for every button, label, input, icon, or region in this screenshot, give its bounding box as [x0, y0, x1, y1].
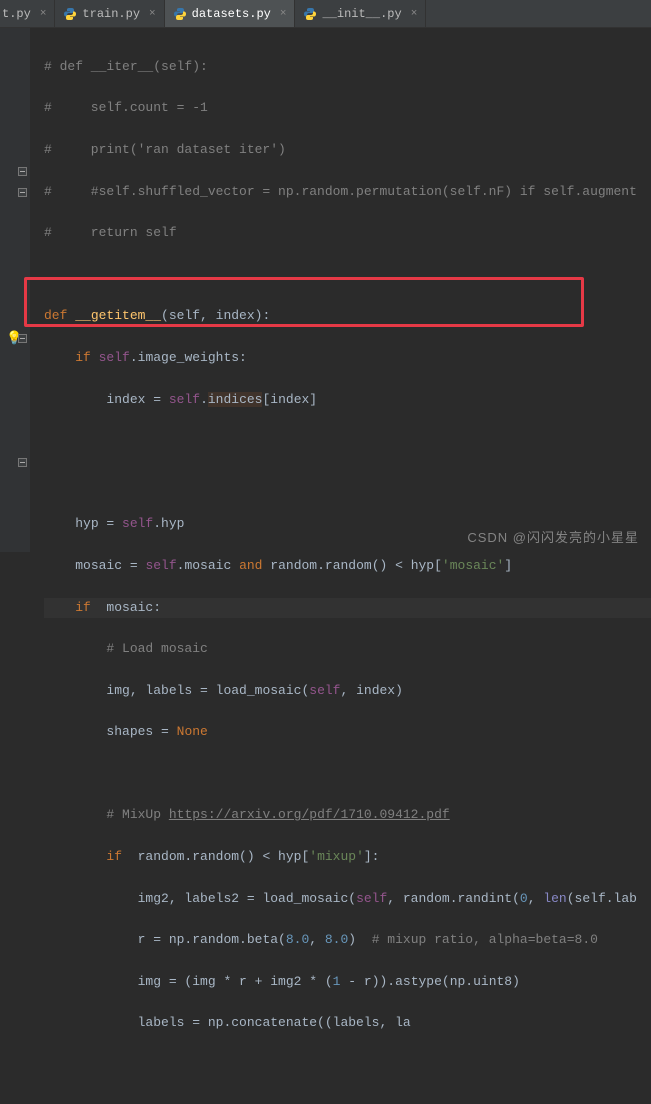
builtin: len	[543, 891, 566, 906]
tab-label: train.py	[82, 7, 140, 21]
ident: img2, labels2 = load_mosaic(	[138, 891, 356, 906]
ident: labels = np.concatenate((labels, la	[138, 1015, 411, 1030]
close-icon[interactable]: ×	[280, 8, 287, 20]
comment: # self.count = -1	[44, 100, 208, 115]
number: 1	[333, 974, 341, 989]
keyword: if	[75, 350, 98, 365]
ident: shapes =	[106, 724, 176, 739]
comment: # return self	[44, 225, 177, 240]
close-icon[interactable]: ×	[40, 8, 47, 20]
python-file-icon	[63, 7, 77, 21]
comment: # #self.shuffled_vector = np.random.perm…	[44, 184, 637, 199]
tab-datasets[interactable]: datasets.py ×	[165, 0, 296, 27]
keyword: if	[106, 849, 129, 864]
self-ref: self	[309, 683, 340, 698]
fold-icon[interactable]	[18, 334, 27, 343]
self-ref: self	[122, 516, 153, 531]
fold-icon[interactable]	[18, 188, 27, 197]
function-name: __getitem__	[75, 308, 161, 323]
tab-label: datasets.py	[192, 7, 271, 21]
watermark: CSDN @闪闪发亮的小星星	[467, 527, 639, 546]
ident: mosaic =	[75, 558, 145, 573]
close-icon[interactable]: ×	[149, 8, 156, 20]
keyword: None	[177, 724, 208, 739]
url-comment: https://arxiv.org/pdf/1710.09412.pdf	[169, 807, 450, 822]
close-icon[interactable]: ×	[411, 8, 418, 20]
tab-label: t.py	[2, 7, 31, 21]
keyword: if	[75, 600, 98, 615]
highlighted-ident: indices	[208, 392, 263, 407]
ident: index =	[106, 392, 168, 407]
editor-area: 💡 # def __iter__(self): # self.count = -…	[0, 28, 651, 552]
comment: # Load mosaic	[106, 641, 207, 656]
editor-tabs: t.py × train.py × datasets.py × __init__…	[0, 0, 651, 28]
comment: # print('ran dataset iter')	[44, 142, 286, 157]
keyword: and	[239, 558, 262, 573]
ident: img = (img * r + img2 * (	[138, 974, 333, 989]
fold-icon[interactable]	[18, 458, 27, 467]
tab-partial[interactable]: t.py ×	[0, 0, 55, 27]
tab-train[interactable]: train.py ×	[55, 0, 164, 27]
ident: r = np.random.beta(	[138, 932, 286, 947]
comment: # def __iter__(self):	[44, 59, 208, 74]
string: 'mixup'	[309, 849, 364, 864]
params: (self, index):	[161, 308, 270, 323]
fold-icon[interactable]	[18, 167, 27, 176]
keyword: def	[44, 308, 75, 323]
code-area[interactable]: # def __iter__(self): # self.count = -1 …	[30, 28, 651, 552]
ident: img, labels = load_mosaic(	[106, 683, 309, 698]
comment: # mixup ratio, alpha=beta=8.0	[372, 932, 598, 947]
number: 8.0	[286, 932, 309, 947]
attr: .image_weights:	[130, 350, 247, 365]
self-ref: self	[145, 558, 176, 573]
number: 0	[520, 891, 528, 906]
tab-init[interactable]: __init__.py ×	[295, 0, 426, 27]
python-file-icon	[303, 7, 317, 21]
self-ref: self	[99, 350, 130, 365]
self-ref: self	[169, 392, 200, 407]
ident: hyp =	[75, 516, 122, 531]
tab-label: __init__.py	[322, 7, 401, 21]
self-ref: self	[356, 891, 387, 906]
gutter[interactable]: 💡	[0, 28, 30, 552]
number: 8.0	[325, 932, 348, 947]
python-file-icon	[173, 7, 187, 21]
string: 'mosaic'	[442, 558, 504, 573]
comment: # MixUp	[106, 807, 168, 822]
